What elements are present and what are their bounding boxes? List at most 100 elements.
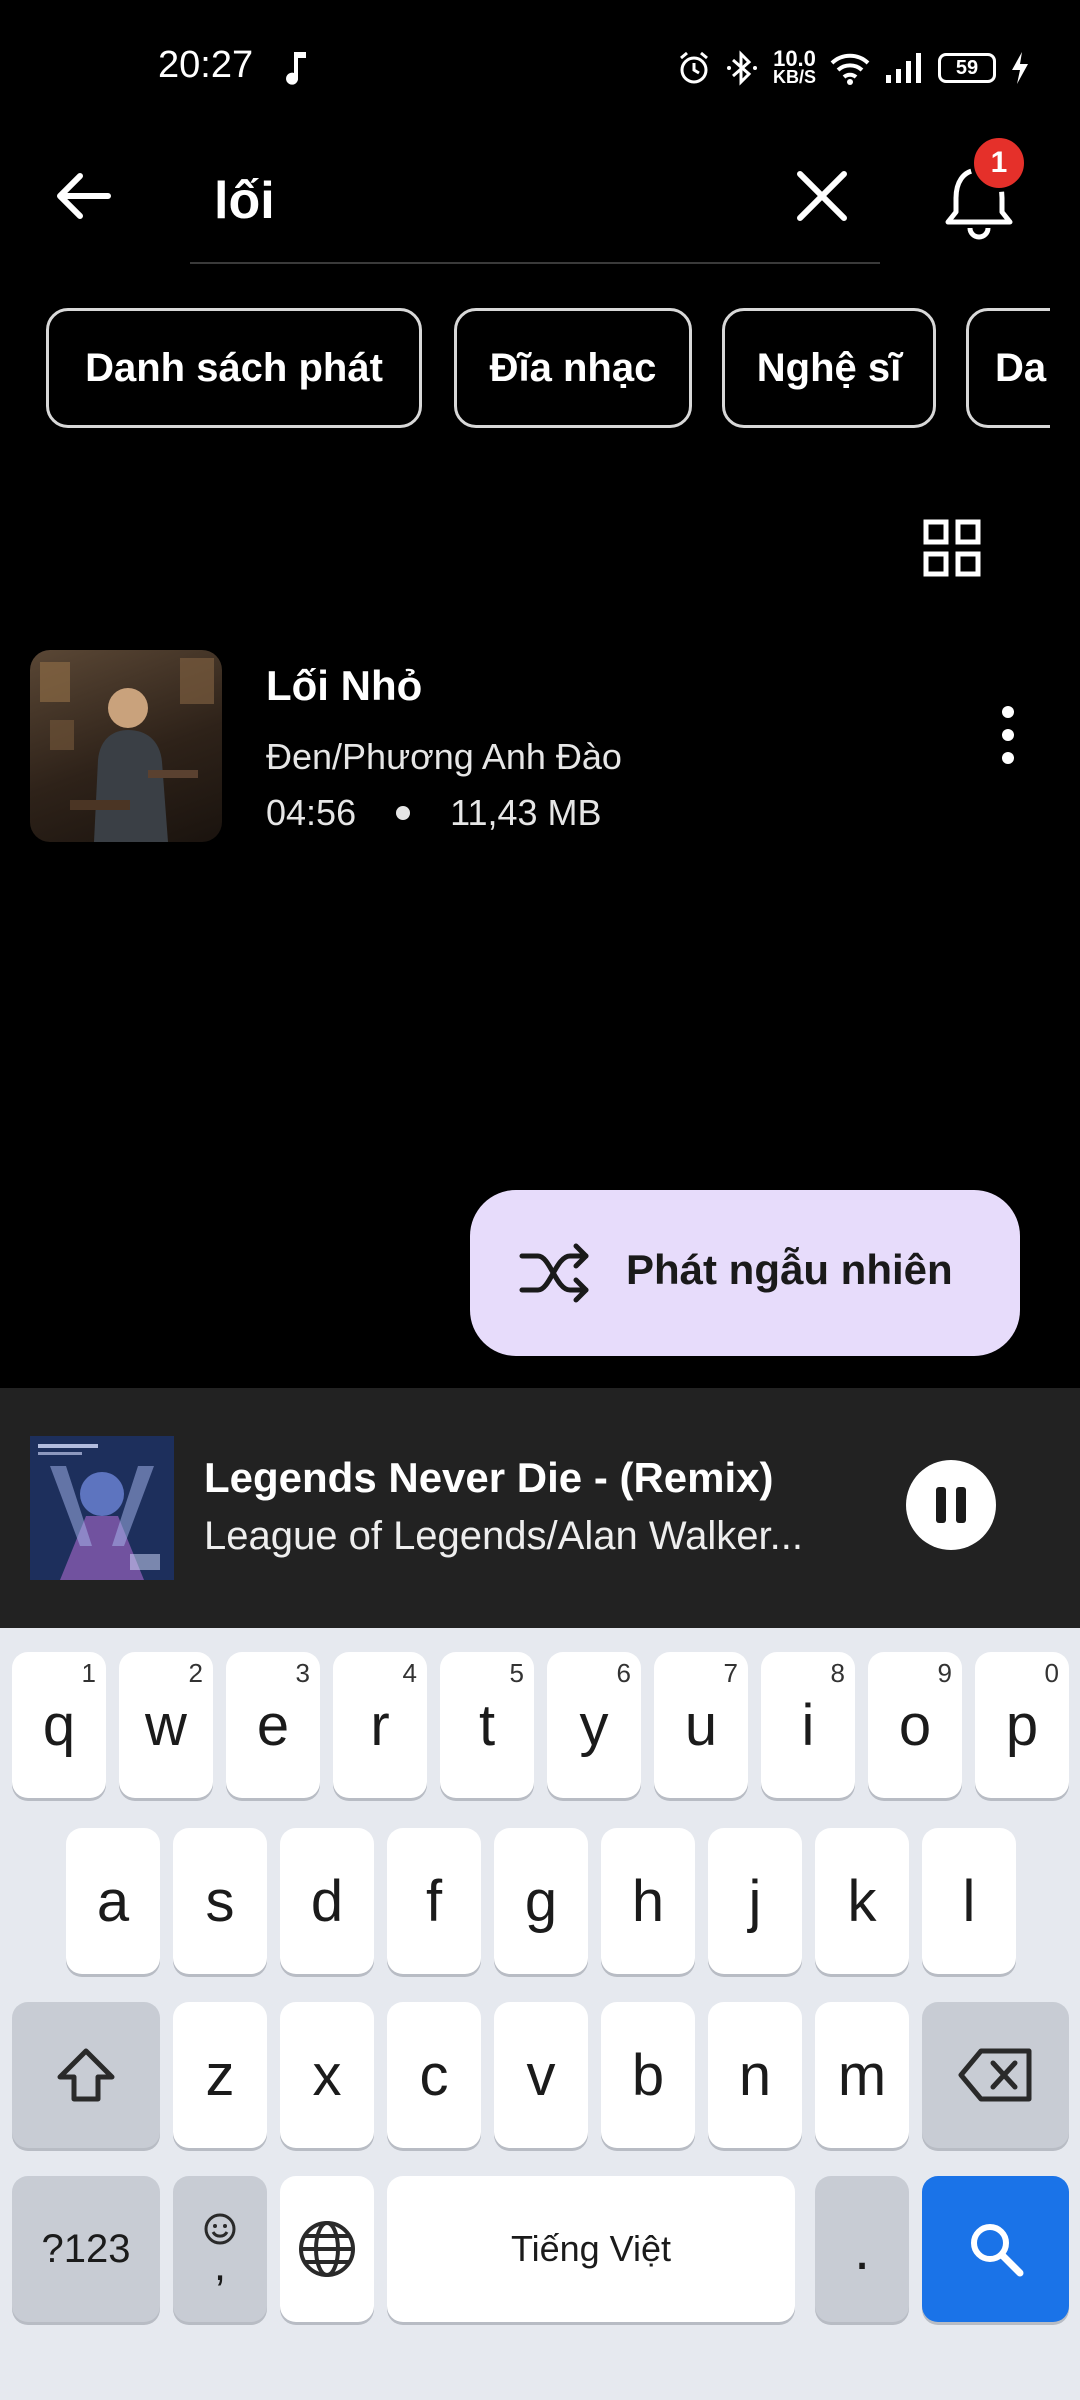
search-icon <box>970 2224 1023 2277</box>
search-input[interactable] <box>190 140 880 264</box>
alarm-icon <box>680 51 708 84</box>
globe-icon <box>299 2221 355 2277</box>
key-a[interactable]: a <box>66 1828 160 1974</box>
song-title: Lối Nhỏ <box>266 662 423 709</box>
key-hint: 2 <box>188 1658 203 1688</box>
key-y[interactable]: y6 <box>547 1652 641 1798</box>
music-note-icon <box>286 52 306 85</box>
filter-chips: Danh sách phát Đĩa nhạc Nghệ sĩ Da <box>0 306 1050 430</box>
key-u[interactable]: u7 <box>654 1652 748 1798</box>
close-icon[interactable] <box>792 166 852 226</box>
shift-icon <box>57 2048 115 2102</box>
period-key[interactable]: . <box>815 2176 909 2322</box>
key-hint: 7 <box>723 1658 738 1688</box>
now-playing-artwork <box>30 1436 174 1580</box>
pause-icon <box>936 1487 946 1523</box>
key-hint: 4 <box>402 1658 417 1688</box>
now-playing-artist: League of Legends/Alan Walker... <box>204 1514 803 1558</box>
song-artwork <box>30 650 222 842</box>
space-key[interactable]: Tiếng Việt <box>387 2176 795 2322</box>
chip-albums[interactable]: Đĩa nhạc <box>454 308 692 428</box>
key-n[interactable]: n <box>708 2002 802 2148</box>
key-label: t <box>478 1692 496 1758</box>
artwork-image <box>40 658 214 842</box>
key-label: w <box>145 1692 187 1758</box>
key-label: p <box>1005 1692 1039 1758</box>
song-list-item[interactable]: Lối Nhỏ Đen/Phương Anh Đào 04:56 11,43 M… <box>0 640 1080 850</box>
emoji-comma-key[interactable]: , <box>173 2176 267 2322</box>
key-v[interactable]: v <box>494 2002 588 2148</box>
back-arrow-icon[interactable] <box>52 164 116 228</box>
key-z[interactable]: z <box>173 2002 267 2148</box>
key-b[interactable]: b <box>601 2002 695 2148</box>
key-g[interactable]: g <box>494 1828 588 1974</box>
language-key[interactable] <box>280 2176 374 2322</box>
key-c[interactable]: c <box>387 2002 481 2148</box>
song-duration: 04:56 <box>266 792 357 833</box>
status-time: 20:27 <box>158 44 254 86</box>
key-d[interactable]: d <box>280 1828 374 1974</box>
key-h[interactable]: h <box>601 1828 695 1974</box>
separator-dot <box>396 806 411 820</box>
key-label: u <box>684 1692 718 1758</box>
grid-view-icon[interactable] <box>922 518 982 578</box>
key-o[interactable]: o9 <box>868 1652 962 1798</box>
key-hint: 0 <box>1044 1658 1059 1688</box>
key-r[interactable]: r4 <box>333 1652 427 1798</box>
key-q[interactable]: q1 <box>12 1652 106 1798</box>
song-artist: Đen/Phương Anh Đào <box>266 736 622 777</box>
now-playing-title: Legends Never Die - (Remix) <box>204 1454 774 1501</box>
key-s[interactable]: s <box>173 1828 267 1974</box>
key-i[interactable]: i8 <box>761 1652 855 1798</box>
artwork-image <box>30 1436 174 1580</box>
song-meta: 04:56 11,43 MB <box>266 792 602 834</box>
key-e[interactable]: e3 <box>226 1652 320 1798</box>
net-speed-unit: KB/S <box>772 67 816 87</box>
key-m[interactable]: m <box>815 2002 909 2148</box>
key-k[interactable]: k <box>815 1828 909 1974</box>
symbols-key[interactable]: ?123 <box>12 2176 160 2322</box>
key-l[interactable]: l <box>922 1828 1016 1974</box>
key-hint: 9 <box>937 1658 952 1688</box>
comma-label: , <box>213 2241 227 2290</box>
shuffle-icon <box>519 1243 589 1303</box>
mini-player[interactable]: Legends Never Die - (Remix) League of Le… <box>0 1388 1080 1628</box>
key-p[interactable]: p0 <box>975 1652 1069 1798</box>
key-label: r <box>370 1692 390 1758</box>
key-label: y <box>579 1692 609 1758</box>
key-hint: 5 <box>509 1658 524 1688</box>
song-size: 11,43 MB <box>450 792 602 833</box>
shuffle-play-button[interactable]: Phát ngẫu nhiên <box>470 1190 1020 1356</box>
backspace-key[interactable] <box>922 2002 1069 2148</box>
key-w[interactable]: w2 <box>119 1652 213 1798</box>
more-vert-icon[interactable] <box>994 700 1022 770</box>
status-bar: 20:27 10.0 KB/S 59 <box>0 0 1080 140</box>
chip-more[interactable]: Da <box>966 308 1050 428</box>
pause-icon <box>956 1487 966 1523</box>
status-icons: 10.0 KB/S 59 <box>677 46 1030 90</box>
key-x[interactable]: x <box>280 2002 374 2148</box>
key-hint: 8 <box>830 1658 845 1688</box>
pause-button[interactable] <box>906 1460 996 1550</box>
key-label: e <box>256 1692 290 1758</box>
key-j[interactable]: j <box>708 1828 802 1974</box>
shift-key[interactable] <box>12 2002 160 2148</box>
net-speed: 10.0 KB/S <box>772 48 816 87</box>
key-label: q <box>42 1692 76 1758</box>
signal-icon <box>886 53 921 83</box>
chip-playlists[interactable]: Danh sách phát <box>46 308 422 428</box>
backspace-icon <box>958 2048 1031 2102</box>
key-hint: 1 <box>81 1658 96 1688</box>
search-key[interactable] <box>922 2176 1069 2322</box>
key-label: i <box>801 1692 815 1758</box>
search-header <box>0 140 1080 270</box>
notification-badge: 1 <box>970 134 1028 192</box>
chip-artists[interactable]: Nghệ sĩ <box>722 308 936 428</box>
key-t[interactable]: t5 <box>440 1652 534 1798</box>
key-label: o <box>898 1692 932 1758</box>
key-hint: 3 <box>295 1658 310 1688</box>
wifi-icon <box>830 53 870 85</box>
charging-icon <box>1012 52 1028 84</box>
key-f[interactable]: f <box>387 1828 481 1974</box>
battery-indicator: 59 <box>938 53 996 83</box>
